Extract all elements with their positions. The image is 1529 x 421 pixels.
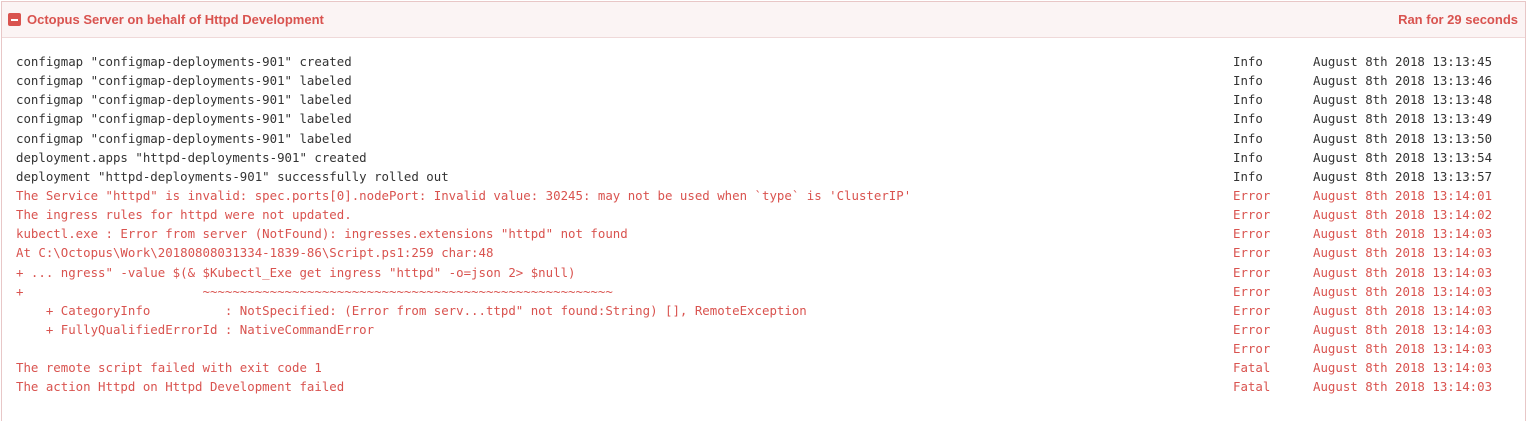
log-category: Info: [1233, 73, 1263, 89]
log-message: + CategoryInfo : NotSpecified: (Error fr…: [16, 302, 807, 318]
log-timestamp: August 8th 2018 13:14:03: [1313, 379, 1493, 395]
log-category: Info: [1233, 168, 1263, 184]
log-category: Error: [1233, 341, 1271, 357]
log-row: + CategoryInfo : NotSpecified: (Error fr…: [16, 301, 1513, 320]
log-category: Info: [1233, 130, 1263, 146]
log-row: configmap "configmap-deployments-901" la…: [16, 71, 1513, 90]
log-timestamp: August 8th 2018 13:14:02: [1313, 207, 1493, 223]
log-category: Info: [1233, 111, 1263, 127]
task-log-title: Octopus Server on behalf of Httpd Develo…: [27, 12, 324, 27]
log-category: Error: [1233, 321, 1271, 337]
log-message: deployment "httpd-deployments-901" succe…: [16, 168, 449, 184]
log-row: configmap "configmap-deployments-901" la…: [16, 90, 1513, 109]
log-timestamp: August 8th 2018 13:14:03: [1313, 321, 1493, 337]
log-timestamp: August 8th 2018 13:13:48: [1313, 92, 1493, 108]
log-message: + ~~~~~~~~~~~~~~~~~~~~~~~~~~~~~~~~~~~~~~…: [16, 283, 613, 299]
log-row: + FullyQualifiedErrorId : NativeCommandE…: [16, 320, 1513, 339]
log-timestamp: August 8th 2018 13:14:03: [1313, 283, 1493, 299]
log-row: + ... ngress" -value $(& $Kubectl_Exe ge…: [16, 263, 1513, 282]
log-row: configmap "configmap-deployments-901" la…: [16, 129, 1513, 148]
minus-square-icon[interactable]: [8, 13, 21, 26]
log-row: Error August 8th 2018 13:14:03: [16, 339, 1513, 358]
task-log-header[interactable]: Octopus Server on behalf of Httpd Develo…: [2, 2, 1525, 38]
log-timestamp: August 8th 2018 13:14:03: [1313, 302, 1493, 318]
log-row: The remote script failed with exit code …: [16, 358, 1513, 377]
log-message: deployment.apps "httpd-deployments-901" …: [16, 149, 367, 165]
log-timestamp: August 8th 2018 13:13:57: [1313, 168, 1493, 184]
log-row: The ingress rules for httpd were not upd…: [16, 205, 1513, 224]
log-message: configmap "configmap-deployments-901" la…: [16, 73, 352, 89]
log-message: kubectl.exe : Error from server (NotFoun…: [16, 226, 628, 242]
log-timestamp: August 8th 2018 13:14:03: [1313, 360, 1493, 376]
log-category: Error: [1233, 283, 1271, 299]
log-entries: configmap "configmap-deployments-901" cr…: [16, 52, 1513, 397]
task-duration: Ran for 29 seconds: [1398, 12, 1518, 27]
log-message: The Service "httpd" is invalid: spec.por…: [16, 187, 912, 203]
log-category: Error: [1233, 302, 1271, 318]
log-category: Fatal: [1233, 379, 1271, 395]
log-row: kubectl.exe : Error from server (NotFoun…: [16, 224, 1513, 243]
log-message: + ... ngress" -value $(& $Kubectl_Exe ge…: [16, 264, 576, 280]
log-row: deployment.apps "httpd-deployments-901" …: [16, 148, 1513, 167]
log-row: The Service "httpd" is invalid: spec.por…: [16, 186, 1513, 205]
log-timestamp: August 8th 2018 13:14:03: [1313, 264, 1493, 280]
log-message: The ingress rules for httpd were not upd…: [16, 207, 352, 223]
log-message: configmap "configmap-deployments-901" la…: [16, 92, 352, 108]
log-message: The action Httpd on Httpd Development fa…: [16, 379, 345, 395]
log-timestamp: August 8th 2018 13:13:54: [1313, 149, 1493, 165]
task-log-header-left: Octopus Server on behalf of Httpd Develo…: [8, 12, 324, 27]
log-row: + ~~~~~~~~~~~~~~~~~~~~~~~~~~~~~~~~~~~~~~…: [16, 282, 1513, 301]
log-message: The remote script failed with exit code …: [16, 360, 322, 376]
log-category: Error: [1233, 264, 1271, 280]
log-message: configmap "configmap-deployments-901" la…: [16, 111, 352, 127]
log-timestamp: August 8th 2018 13:14:03: [1313, 226, 1493, 242]
log-category: Info: [1233, 54, 1263, 69]
log-timestamp: August 8th 2018 13:14:03: [1313, 245, 1493, 261]
log-row: At C:\Octopus\Work\20180808031334-1839-8…: [16, 243, 1513, 262]
log-row: configmap "configmap-deployments-901" la…: [16, 109, 1513, 128]
log-category: Error: [1233, 245, 1271, 261]
log-category: Error: [1233, 207, 1271, 223]
log-timestamp: August 8th 2018 13:13:45: [1313, 54, 1493, 69]
log-category: Fatal: [1233, 360, 1271, 376]
log-message: configmap "configmap-deployments-901" cr…: [16, 54, 352, 69]
log-message: + FullyQualifiedErrorId : NativeCommandE…: [16, 321, 375, 337]
log-row: configmap "configmap-deployments-901" cr…: [16, 52, 1513, 71]
log-timestamp: August 8th 2018 13:13:50: [1313, 130, 1493, 146]
log-row: deployment "httpd-deployments-901" succe…: [16, 167, 1513, 186]
log-timestamp: August 8th 2018 13:14:01: [1313, 187, 1493, 203]
log-message: configmap "configmap-deployments-901" la…: [16, 130, 352, 146]
log-category: Info: [1233, 149, 1263, 165]
log-category: Info: [1233, 92, 1263, 108]
log-timestamp: August 8th 2018 13:14:03: [1313, 341, 1493, 357]
log-timestamp: August 8th 2018 13:13:46: [1313, 73, 1493, 89]
log-category: Error: [1233, 187, 1271, 203]
log-timestamp: August 8th 2018 13:13:49: [1313, 111, 1493, 127]
log-row: The action Httpd on Httpd Development fa…: [16, 377, 1513, 396]
log-category: Error: [1233, 226, 1271, 242]
log-message: At C:\Octopus\Work\20180808031334-1839-8…: [16, 245, 494, 261]
